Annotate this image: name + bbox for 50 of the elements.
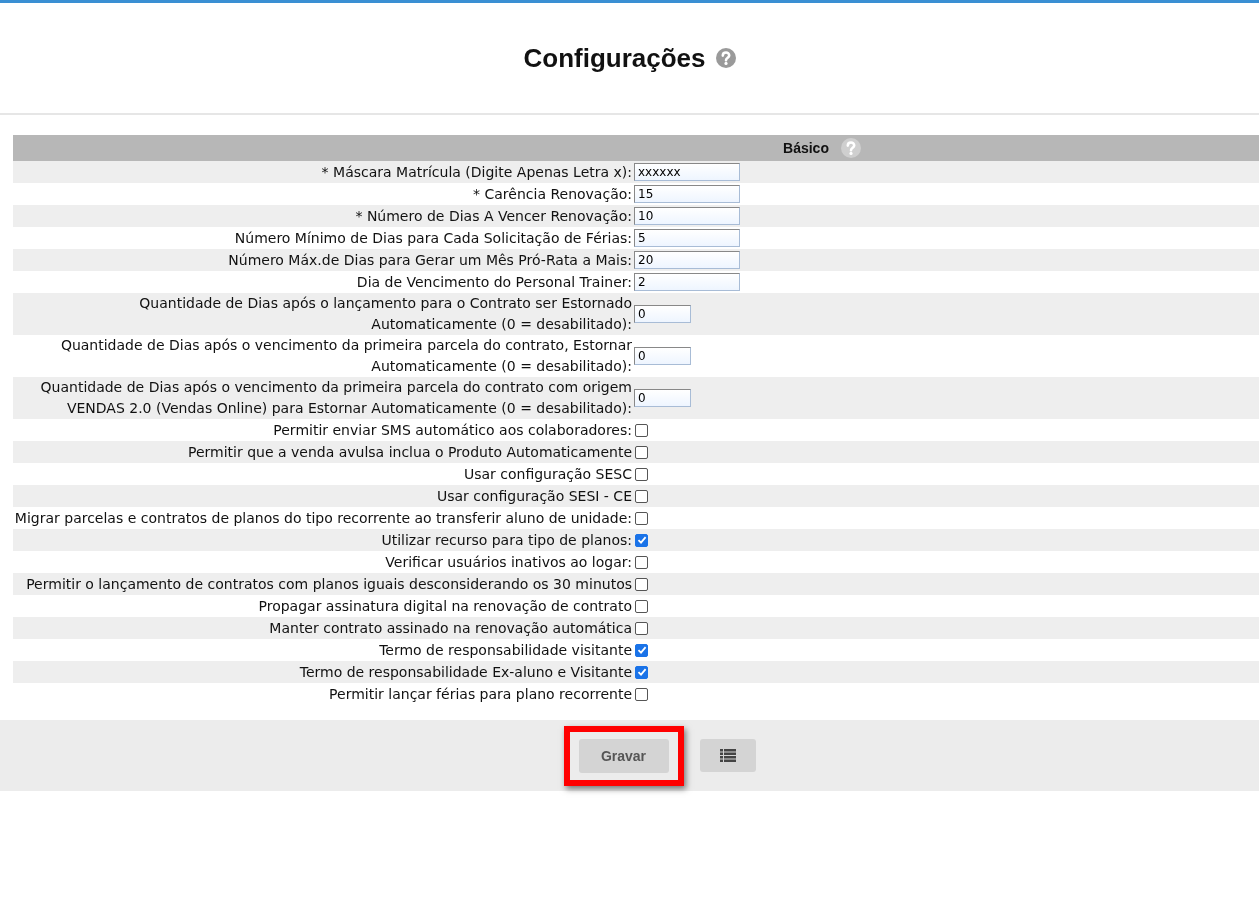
checkbox[interactable] <box>635 445 648 459</box>
checkbox[interactable] <box>635 467 648 481</box>
text-field[interactable]: 20 <box>634 251 740 269</box>
text-field[interactable]: 15 <box>634 185 740 203</box>
field-label: Permitir o lançamento de contratos com planos iguais desconsiderando os 30 minutos <box>25 574 633 594</box>
checkbox[interactable] <box>635 489 648 503</box>
section-title: Básico <box>783 140 829 156</box>
checkbox[interactable] <box>635 423 648 437</box>
field-label: Permitir lançar férias para plano recorrente <box>328 684 633 704</box>
page-title: Configurações <box>523 42 706 74</box>
checkbox[interactable] <box>635 577 648 591</box>
field-label: Termo de responsabilidade Ex-aluno e Visitante <box>298 662 633 682</box>
field-label: Quantidade de Dias após o vencimento da primeira parcela do contrato, Estornar Automaticamente (0 = desabilitado): <box>59 336 633 376</box>
text-field[interactable]: xxxxxx <box>634 163 740 181</box>
field-label: Permitir que a venda avulsa inclua o Produto Automaticamente <box>187 442 633 462</box>
field-label: Usar configuração SESC <box>462 464 633 484</box>
field-label: Utilizar recurso para tipo de planos: <box>380 530 633 550</box>
checkbox[interactable] <box>635 599 648 613</box>
field-label: Número Mínimo de Dias para Cada Solicitação de Férias: <box>233 228 633 248</box>
save-button[interactable]: Gravar <box>578 738 669 773</box>
text-field[interactable]: 2 <box>634 273 740 291</box>
checkbox[interactable] <box>635 533 648 547</box>
field-label: Manter contrato assinado na renovação automática <box>268 618 633 638</box>
number-field[interactable]: 0 <box>634 305 691 323</box>
checkbox[interactable] <box>635 621 648 635</box>
field-label: Quantidade de Dias após o vencimento da primeira parcela do contrato com origem VENDAS 2.0 (Vendas Online) para Estornar Automaticamente (0 = desabilitado): <box>39 378 633 418</box>
number-field[interactable]: 0 <box>634 389 691 407</box>
field-label: Migrar parcelas e contratos de planos do tipo recorrente ao transferir aluno de unidade: <box>13 508 633 528</box>
field-label: Termo de responsabilidade visitante <box>378 640 633 660</box>
field-label: Permitir enviar SMS automático aos colaboradores: <box>272 420 633 440</box>
field-label: Quantidade de Dias após o lançamento para o Contrato ser Estornado Automaticamente (0 = desabilitado): <box>138 294 633 334</box>
field-label: * Número de Dias A Vencer Renovação: <box>354 206 633 226</box>
field-label: Verificar usuários inativos ao logar: <box>384 552 633 572</box>
checkbox[interactable] <box>635 665 648 679</box>
number-field[interactable]: 0 <box>634 347 691 365</box>
checkbox[interactable] <box>635 687 648 701</box>
list-icon <box>719 749 736 762</box>
field-label: * Carência Renovação: <box>472 184 633 204</box>
checkbox[interactable] <box>635 511 648 525</box>
field-label: * Máscara Matrícula (Digite Apenas Letra x): <box>320 162 633 182</box>
checkbox[interactable] <box>635 643 648 657</box>
field-label: Propagar assinatura digital na renovação de contrato <box>257 596 633 616</box>
field-label: Usar configuração SESI - CE <box>436 486 633 506</box>
checkbox[interactable] <box>635 555 648 569</box>
help-icon[interactable] <box>715 48 736 68</box>
field-label: Dia de Vencimento do Personal Trainer: <box>355 272 633 292</box>
text-field[interactable]: 10 <box>634 207 740 225</box>
list-button[interactable] <box>699 739 756 772</box>
field-label: Número Máx.de Dias para Gerar um Mês Pró-Rata a Mais: <box>227 250 633 270</box>
text-field[interactable]: 5 <box>634 229 740 247</box>
